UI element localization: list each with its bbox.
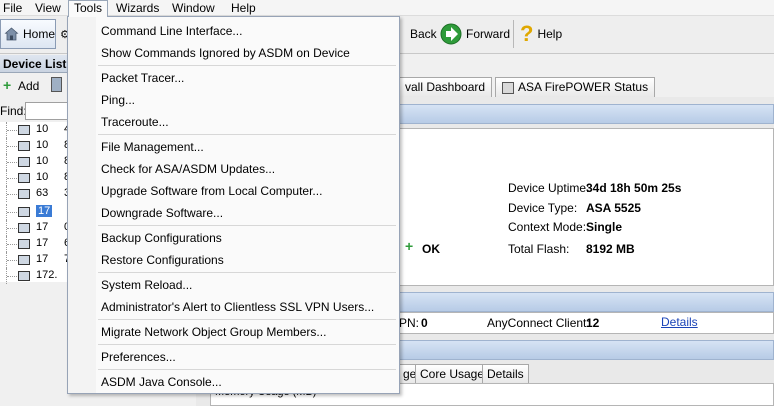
vpn-panel: PN: 0 AnyConnect Client: 12 Details	[398, 312, 774, 334]
tab-firepower-status[interactable]: ASA FirePOWER Status	[495, 77, 656, 97]
add-button[interactable]: Add	[18, 79, 39, 93]
menu-item-administrator-alert[interactable]: Administrator's Alert to Clientless SSL …	[101, 297, 374, 317]
ok-status-icon: +	[405, 238, 414, 254]
device-list-header: Device List	[0, 55, 68, 73]
uptime-label: Device Uptime:	[508, 181, 590, 195]
menu-item-packet-tracer[interactable]: Packet Tracer...	[101, 68, 184, 88]
tree-row[interactable]: 108	[0, 154, 70, 170]
context-mode-value: Single	[586, 220, 623, 234]
details-link[interactable]: Details	[661, 315, 698, 329]
question-icon: ?	[520, 21, 534, 46]
device-type-value: ASA 5525	[586, 201, 641, 215]
tree-row[interactable]: 177	[0, 252, 70, 268]
menu-separator	[98, 369, 396, 370]
menu-item-restore-configurations[interactable]: Restore Configurations	[101, 250, 224, 270]
home-icon	[4, 27, 19, 41]
menu-window[interactable]: Window	[172, 0, 215, 16]
toolbar-separator	[513, 20, 514, 48]
computer-icon	[18, 173, 30, 183]
computer-icon	[18, 255, 30, 265]
tree-row[interactable]: 633	[0, 186, 70, 202]
menu-item-check-updates[interactable]: Check for ASA/ASDM Updates...	[101, 159, 275, 179]
device-tree: 104 108 108 108 633 17 170 176 177 172.	[0, 122, 70, 284]
computer-icon	[18, 207, 30, 217]
find-input[interactable]	[25, 102, 69, 120]
computer-icon	[18, 223, 30, 233]
menu-item-downgrade-software[interactable]: Downgrade Software...	[101, 203, 223, 223]
tree-row[interactable]: 176	[0, 236, 70, 252]
tab-details[interactable]: Details	[482, 364, 529, 383]
menu-item-backup-configurations[interactable]: Backup Configurations	[101, 228, 222, 248]
ipsec-label: PN:	[399, 316, 420, 330]
menu-help[interactable]: Help	[231, 0, 256, 16]
menu-item-preferences[interactable]: Preferences...	[101, 347, 176, 367]
tree-row[interactable]: 170	[0, 220, 70, 236]
menu-item-upgrade-software[interactable]: Upgrade Software from Local Computer...	[101, 181, 322, 201]
menu-item-traceroute[interactable]: Traceroute...	[101, 112, 169, 132]
computer-icon	[18, 189, 30, 199]
menu-separator	[98, 344, 396, 345]
computer-icon	[18, 141, 30, 151]
total-flash-label: Total Flash:	[508, 242, 570, 256]
forward-button[interactable]: Forward	[440, 19, 510, 49]
menu-item-file-management[interactable]: File Management...	[101, 137, 204, 157]
menu-separator	[98, 134, 396, 135]
tree-row[interactable]: 108	[0, 138, 70, 154]
menu-item-asdm-java-console[interactable]: ASDM Java Console...	[101, 372, 222, 392]
total-flash-value: 8192 MB	[586, 242, 635, 256]
menu-tools[interactable]: Tools	[68, 0, 109, 17]
context-mode-label: Context Mode:	[508, 220, 587, 234]
status-ok: OK	[422, 242, 440, 256]
home-button[interactable]: Home	[0, 19, 56, 49]
menu-file[interactable]: File	[3, 0, 22, 16]
computer-icon	[18, 239, 30, 249]
ipsec-value: 0	[421, 316, 428, 330]
vpn-header	[398, 292, 774, 312]
tools-menu: Command Line Interface... Show Commands …	[67, 16, 400, 394]
tree-row[interactable]: 104	[0, 122, 70, 138]
menu-separator	[98, 319, 396, 320]
menu-separator	[98, 225, 396, 226]
menu-bar: File View Tools Wizards Window Help	[0, 0, 774, 17]
find-row: Find:	[0, 101, 69, 121]
menu-item-migrate-network-object[interactable]: Migrate Network Object Group Members...	[101, 322, 326, 342]
home-label: Home	[22, 27, 55, 41]
forward-arrow-icon	[440, 23, 462, 45]
uptime-value: 34d 18h 50m 25s	[586, 181, 682, 195]
anyconnect-label: AnyConnect Client:	[487, 316, 590, 330]
firepower-icon	[502, 81, 515, 94]
tree-row-selected[interactable]: 17	[0, 204, 68, 220]
delete-icon[interactable]	[51, 77, 62, 92]
device-info-header	[398, 104, 774, 124]
device-type-label: Device Type:	[508, 201, 578, 215]
menu-item-system-reload[interactable]: System Reload...	[101, 275, 192, 295]
computer-icon	[18, 157, 30, 167]
system-resources-header	[398, 340, 774, 360]
forward-label: Forward	[466, 27, 511, 41]
tab-firewall-dashboard[interactable]: vall Dashboard	[398, 77, 493, 97]
back-label: Back	[410, 27, 437, 41]
anyconnect-value: 12	[586, 316, 600, 330]
tree-row[interactable]: 108	[0, 170, 70, 186]
menu-separator	[98, 65, 396, 66]
dashboard-tabs: vall Dashboard ASA FirePOWER Status	[398, 77, 656, 97]
add-icon: +	[3, 77, 12, 93]
help-button[interactable]: ? Help	[520, 19, 562, 49]
find-label: Find:	[0, 104, 27, 118]
menu-view[interactable]: View	[35, 0, 61, 16]
menu-item-show-ignored-commands[interactable]: Show Commands Ignored by ASDM on Device	[101, 43, 350, 63]
help-label: Help	[537, 27, 563, 41]
device-tools: + Add	[0, 75, 68, 97]
menu-item-command-line-interface[interactable]: Command Line Interface...	[101, 21, 242, 41]
back-button[interactable]: Back	[398, 19, 437, 49]
menu-item-ping[interactable]: Ping...	[101, 90, 135, 110]
device-info-panel: Device Uptime: 34d 18h 50m 25s Device Ty…	[398, 128, 774, 286]
computer-icon	[18, 125, 30, 135]
tab-core-usage[interactable]: Core Usage	[415, 364, 490, 383]
tree-row[interactable]: 172.	[0, 268, 68, 284]
computer-icon	[18, 271, 30, 281]
menu-gutter	[68, 17, 96, 393]
menu-separator	[98, 272, 396, 273]
menu-wizards[interactable]: Wizards	[116, 0, 159, 16]
